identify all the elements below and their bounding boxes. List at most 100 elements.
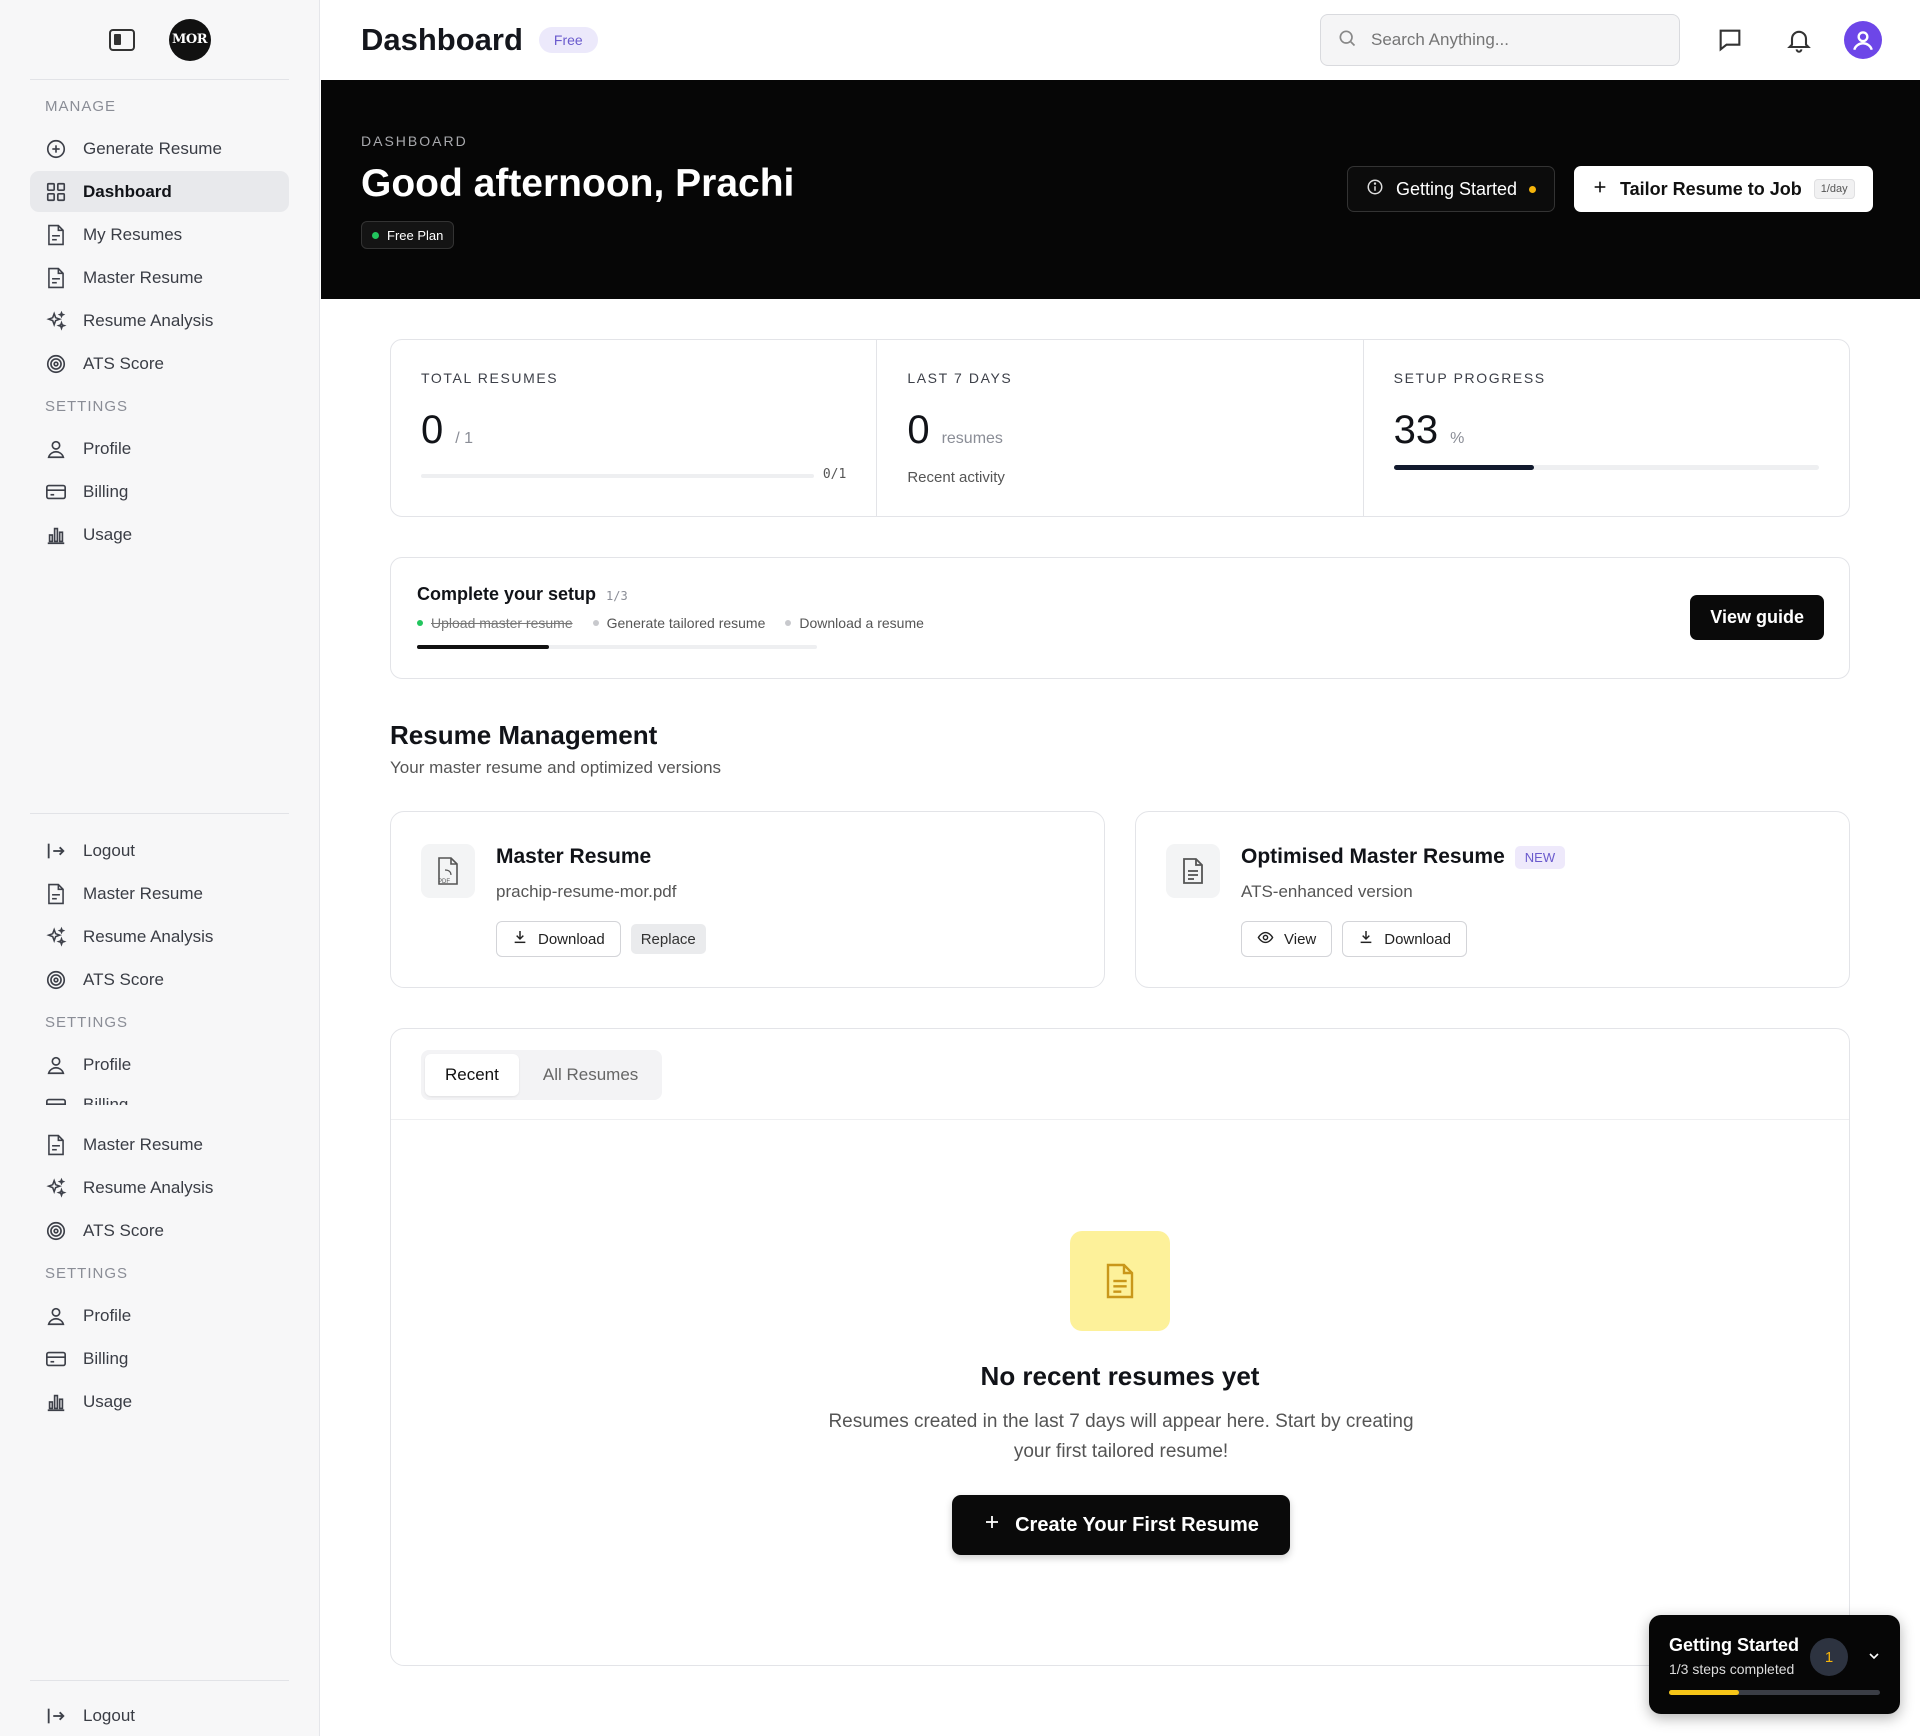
bar-chart-icon <box>45 1391 67 1413</box>
setup-step: Upload master resume <box>417 615 573 631</box>
tab-recent[interactable]: Recent <box>425 1054 519 1096</box>
sidebar-item-usage[interactable]: Usage <box>30 514 289 555</box>
sidebar-item-label: Generate Resume <box>83 138 222 158</box>
sidebar-item-billing[interactable]: Billing <box>30 1087 289 1105</box>
stat-label: LAST 7 DAYS <box>907 370 1013 386</box>
card-title: Optimised Master Resume NEW <box>1241 845 1566 869</box>
getting-started-label: Getting Started <box>1396 178 1518 199</box>
sidebar-item-billing[interactable]: Billing <box>30 1338 289 1379</box>
hero-eyebrow: DASHBOARD <box>361 133 468 149</box>
search-icon <box>1337 28 1357 52</box>
step-label: Upload master resume <box>431 615 573 631</box>
sidebar-item-resume-analysis[interactable]: Resume Analysis <box>30 916 289 957</box>
getting-started-widget[interactable]: Getting Started 1/3 steps completed 1 <box>1649 1615 1900 1714</box>
view-guide-button[interactable]: View guide <box>1690 595 1824 640</box>
target-icon <box>45 1220 67 1242</box>
user-avatar[interactable] <box>1844 21 1882 59</box>
section-title: Resume Management <box>390 720 658 750</box>
stat-setup-progress: SETUP PROGRESS 33 % <box>1362 340 1849 516</box>
download-button[interactable]: Download <box>1342 921 1467 957</box>
sidebar: MOR MANAGE Generate Resume Dashboard My Res… <box>0 0 320 1736</box>
search-input[interactable] <box>1371 30 1651 50</box>
setup-progress-bar <box>417 645 817 649</box>
document-icon <box>45 1134 67 1156</box>
sidebar-item-ats-score[interactable]: ATS Score <box>30 1210 289 1251</box>
sidebar-section-heading: SETTINGS <box>45 1013 129 1031</box>
greeting: Good afternoon, Prachi <box>361 162 795 205</box>
user-icon <box>45 1305 67 1327</box>
widget-subtitle: 1/3 steps completed <box>1669 1661 1795 1677</box>
tab-list: Recent All Resumes <box>421 1050 663 1100</box>
card-subtitle: ATS-enhanced version <box>1241 882 1413 901</box>
sparkles-icon <box>45 926 67 948</box>
sidebar-item-profile[interactable]: Profile <box>30 428 289 469</box>
page-title: Dashboard <box>361 22 523 57</box>
sidebar-item-profile[interactable]: Profile <box>30 1295 289 1336</box>
tab-all-resumes[interactable]: All Resumes <box>523 1054 658 1096</box>
sidebar-item-resume-analysis[interactable]: Resume Analysis <box>30 1167 289 1208</box>
app-logo[interactable]: MOR <box>168 18 211 61</box>
setup-step: Generate tailored resume <box>592 615 765 631</box>
bell-icon[interactable] <box>1785 26 1813 54</box>
sidebar-item-resume-analysis[interactable]: Resume Analysis <box>30 300 289 341</box>
setup-count: 1/3 <box>606 589 628 603</box>
sidebar-nav: MANAGE Generate Resume Dashboard My Resumes… <box>0 80 319 555</box>
sidebar-item-label: My Resumes <box>83 224 183 244</box>
notification-dot <box>1529 185 1537 193</box>
sidebar-item-ats-score[interactable]: ATS Score <box>30 343 289 384</box>
eye-icon <box>1257 929 1274 950</box>
pdf-file-icon: PDF <box>421 844 475 898</box>
search-bar[interactable] <box>1320 14 1680 66</box>
replace-button[interactable]: Replace <box>630 924 706 954</box>
sidebar-item-master-resume[interactable]: Master Resume <box>30 873 289 914</box>
sidebar-item-billing[interactable]: Billing <box>30 471 289 512</box>
sidebar-item-logout[interactable]: Logout <box>30 1695 289 1736</box>
credit-card-icon <box>45 481 67 503</box>
sidebar-item-usage[interactable]: Usage <box>30 1381 289 1422</box>
plus-icon <box>1592 179 1608 200</box>
sidebar-header: MOR <box>30 0 289 80</box>
sidebar-item-label: Usage <box>83 524 133 544</box>
getting-started-button[interactable]: Getting Started <box>1347 166 1556 212</box>
optimised-resume-card: Optimised Master Resume NEW ATS-enhanced… <box>1135 811 1850 988</box>
tailor-resume-button[interactable]: Tailor Resume to Job 1/day <box>1574 166 1873 212</box>
grid-icon <box>45 181 67 203</box>
sidebar-item-label: Logout <box>83 1705 135 1725</box>
top-bar: Dashboard Free <box>321 0 1920 80</box>
sidebar-item-my-resumes[interactable]: My Resumes <box>30 214 289 255</box>
sidebar-item-label: Profile <box>83 1305 132 1325</box>
document-icon <box>45 267 67 289</box>
stat-value-row: 0 / 1 <box>421 408 846 453</box>
sidebar-toggle-icon[interactable] <box>108 28 135 51</box>
message-icon[interactable] <box>1716 26 1744 54</box>
plan-pill-label: Free Plan <box>387 227 444 243</box>
card-title-text: Master Resume <box>496 845 652 868</box>
sidebar-item-label: Resume Analysis <box>83 926 214 946</box>
user-icon <box>45 438 67 460</box>
button-label: Download <box>1384 930 1451 948</box>
sidebar-item-master-resume[interactable]: Master Resume <box>30 257 289 298</box>
create-first-resume-button[interactable]: Create Your First Resume <box>952 1495 1290 1555</box>
sidebar-item-label: Usage <box>83 1391 133 1411</box>
setup-steps: Upload master resume Generate tailored re… <box>417 615 1823 631</box>
plan-pill: Free Plan <box>361 221 455 249</box>
sidebar-item-ats-score[interactable]: ATS Score <box>30 959 289 1000</box>
chevron-down-icon[interactable] <box>1866 1648 1882 1664</box>
sidebar-item-profile[interactable]: Profile <box>30 1044 289 1085</box>
sidebar-item-label: Billing <box>83 1095 129 1105</box>
card-actions: Download Replace <box>496 921 706 957</box>
sidebar-item-dashboard[interactable]: Dashboard <box>30 171 289 212</box>
download-button[interactable]: Download <box>496 921 621 957</box>
stat-sub: resumes <box>941 430 1003 447</box>
sidebar-item-generate-resume[interactable]: Generate Resume <box>30 128 289 169</box>
status-dot <box>372 231 379 239</box>
sidebar-item-label: ATS Score <box>83 1220 164 1240</box>
button-label: Create Your First Resume <box>1015 1513 1259 1536</box>
setup-title: Complete your setup <box>417 584 597 604</box>
sidebar-item-master-resume[interactable]: Master Resume <box>30 1124 289 1165</box>
stat-value-row: 33 % <box>1394 408 1819 453</box>
sidebar-section-heading: MANAGE <box>45 97 117 115</box>
sidebar-item-logout[interactable]: Logout <box>30 830 289 871</box>
stat-last-7-days: LAST 7 DAYS 0 resumes Recent activity <box>876 340 1362 516</box>
view-button[interactable]: View <box>1241 921 1333 957</box>
